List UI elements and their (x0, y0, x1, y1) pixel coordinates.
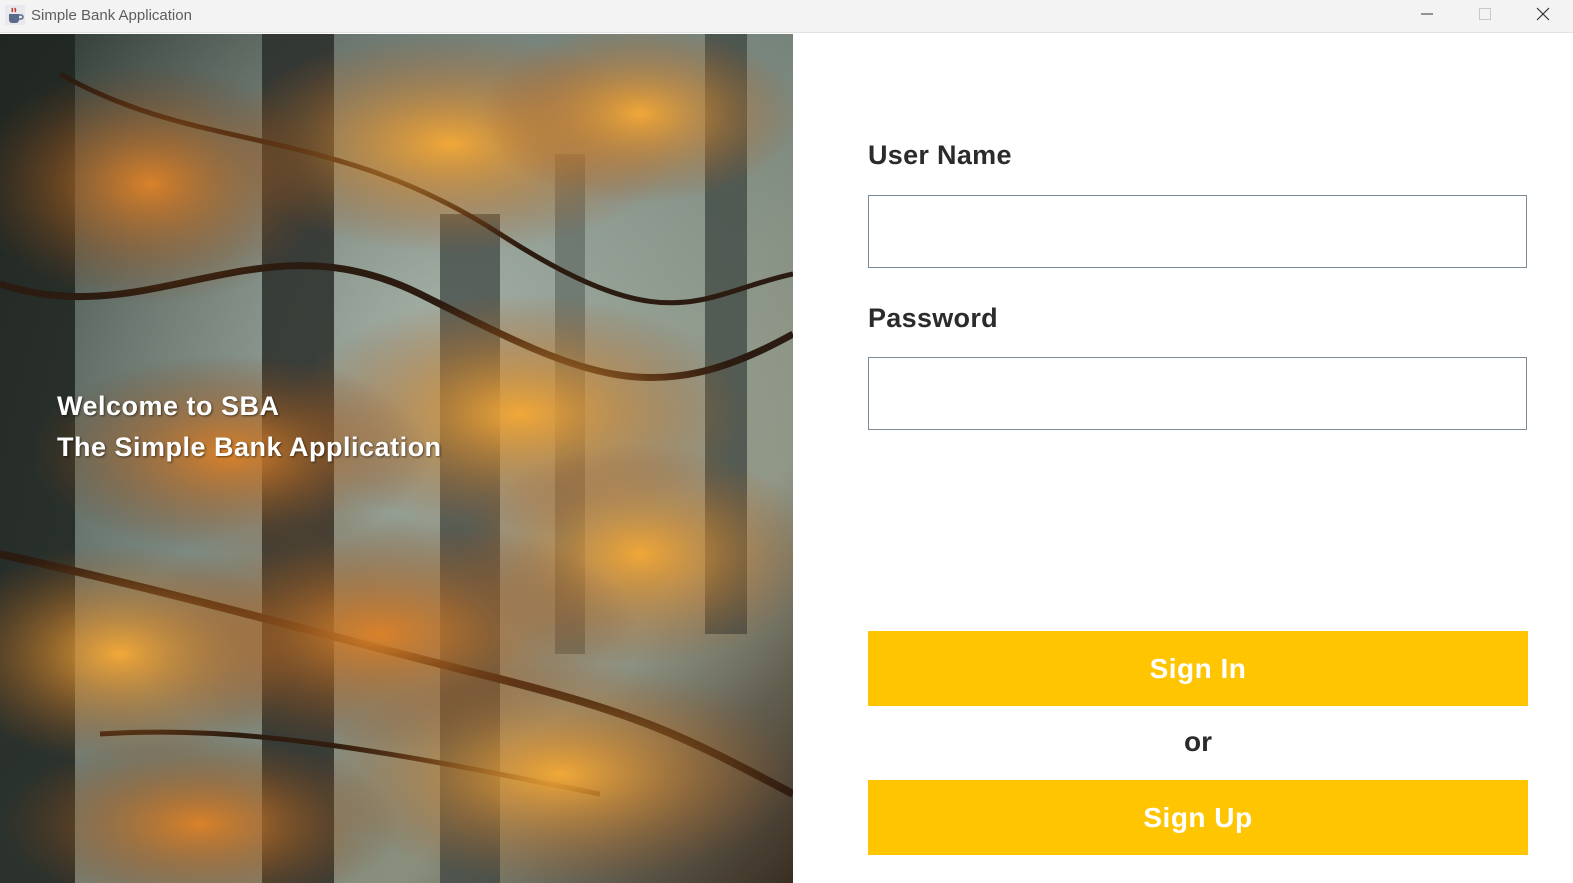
welcome-line-1: Welcome to SBA (57, 391, 280, 421)
sign-in-button[interactable]: Sign In (868, 631, 1528, 706)
close-icon (1536, 7, 1550, 26)
java-cup-icon (5, 5, 25, 25)
password-input[interactable] (868, 357, 1527, 430)
maximize-button[interactable] (1456, 0, 1514, 32)
or-separator: or (1184, 726, 1212, 757)
title-bar[interactable]: Simple Bank Application (0, 0, 1573, 33)
hero-panel: Welcome to SBA The Simple Bank Applicati… (0, 34, 793, 883)
minimize-button[interactable] (1398, 0, 1456, 32)
sign-up-button[interactable]: Sign Up (868, 780, 1528, 855)
close-button[interactable] (1514, 0, 1572, 32)
password-label: Password (868, 303, 998, 333)
welcome-line-2: The Simple Bank Application (57, 432, 442, 462)
username-label: User Name (868, 140, 1012, 170)
minimize-icon (1421, 7, 1433, 25)
maximize-icon (1479, 7, 1491, 25)
window-title: Simple Bank Application (31, 7, 192, 24)
username-input[interactable] (868, 195, 1527, 268)
app-window: Simple Bank Application Welcome to SBA T… (0, 0, 1573, 883)
welcome-text: Welcome to SBA The Simple Bank Applicati… (57, 386, 442, 468)
